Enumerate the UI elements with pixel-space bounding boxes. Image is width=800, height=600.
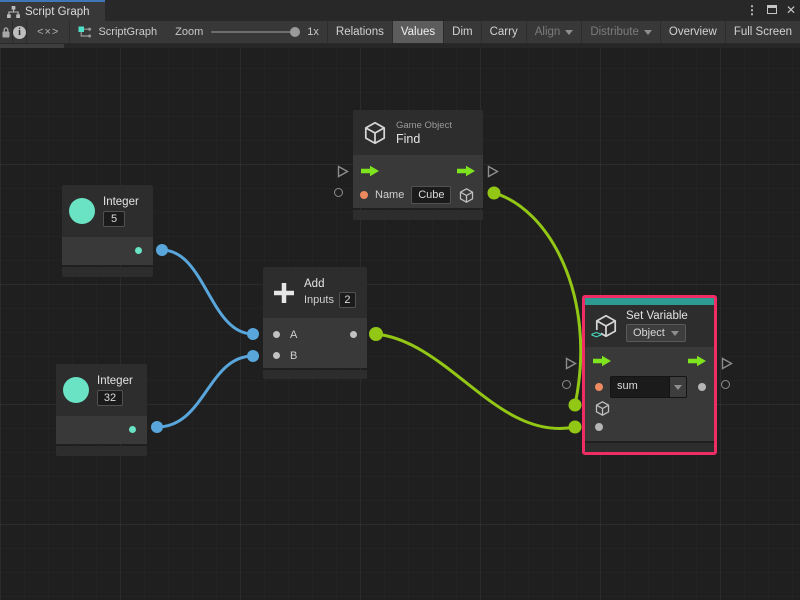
integer-value-field[interactable]: 5: [103, 211, 125, 227]
flow-input-port-triangle[interactable]: [337, 165, 349, 178]
output-port-gameobject-icon[interactable]: [458, 187, 475, 204]
code-preview-button[interactable]: <×>: [27, 21, 70, 43]
values-button[interactable]: Values: [392, 21, 443, 43]
chevron-down-icon: [671, 331, 679, 336]
plus-icon: [273, 282, 295, 304]
output-port-sum[interactable]: [350, 331, 357, 338]
graph-toolbar: i <×> ScriptGraph Zoom 1x Relations Valu…: [0, 21, 800, 44]
zoom-slider-handle[interactable]: [290, 27, 300, 37]
flow-output-arrow-icon[interactable]: [687, 355, 707, 367]
input-port-variable-name[interactable]: [595, 383, 603, 391]
align-dropdown-button[interactable]: Align: [526, 21, 582, 43]
info-button[interactable]: i: [13, 21, 27, 43]
node-title: Integer: [97, 375, 133, 387]
horizontal-scrollbar[interactable]: [0, 44, 800, 48]
horizontal-scrollbar-thumb[interactable]: [0, 44, 64, 48]
tab-title: Script Graph: [25, 6, 90, 18]
set-variable-icon: <>: [593, 313, 619, 339]
window-close-icon[interactable]: ✕: [786, 0, 796, 21]
graph-asset-icon: [78, 26, 92, 39]
output-port-integer[interactable]: [129, 426, 136, 433]
zoom-label: Zoom: [175, 26, 203, 38]
flow-output-arrow-icon[interactable]: [456, 165, 476, 177]
tab-script-graph[interactable]: Script Graph: [0, 0, 105, 21]
inputs-label: Inputs: [304, 294, 334, 306]
distribute-dropdown-button[interactable]: Distribute: [581, 21, 660, 43]
integer-type-icon: [63, 377, 89, 403]
integer-type-icon: [69, 198, 95, 224]
value-input-port-circle[interactable]: [334, 188, 343, 197]
gameobject-cube-icon: [362, 120, 388, 146]
node-title: Integer: [103, 196, 139, 208]
node-integer-5[interactable]: Integer 5: [62, 185, 153, 277]
node-gameobject-find[interactable]: Game Object Find Name Cube: [353, 110, 483, 220]
relations-button[interactable]: Relations: [327, 21, 392, 43]
integer-value-field[interactable]: 32: [97, 390, 123, 406]
zoom-slider[interactable]: [211, 31, 299, 33]
port-a-label: A: [290, 329, 297, 341]
overview-button[interactable]: Overview: [660, 21, 725, 43]
info-icon: i: [13, 26, 26, 39]
output-port-integer[interactable]: [135, 247, 142, 254]
flow-input-arrow-icon[interactable]: [360, 165, 380, 177]
lock-button[interactable]: [0, 21, 13, 43]
flow-input-port-triangle[interactable]: [565, 357, 577, 370]
flow-input-arrow-icon[interactable]: [592, 355, 612, 367]
value-output-port-circle[interactable]: [721, 380, 730, 389]
zoom-value: 1x: [307, 26, 319, 38]
hierarchy-icon: [7, 6, 20, 18]
variable-node-accent-strip: [585, 298, 714, 305]
inputs-count-field[interactable]: 2: [339, 292, 356, 308]
carry-button[interactable]: Carry: [481, 21, 526, 43]
input-port-a[interactable]: [273, 331, 280, 338]
input-port-name[interactable]: [360, 191, 368, 199]
full-screen-button[interactable]: Full Screen: [725, 21, 800, 43]
flow-output-port-triangle[interactable]: [487, 165, 499, 178]
node-add[interactable]: Add Inputs 2 A B: [263, 267, 367, 379]
code-x-icon: <×>: [37, 26, 59, 38]
variable-name-value[interactable]: sum: [611, 377, 669, 397]
tab-bar: Script Graph ⋮ ✕: [0, 0, 800, 21]
variable-scope-dropdown[interactable]: Object: [626, 324, 686, 342]
node-category: Game Object: [396, 120, 452, 131]
flow-output-port-triangle[interactable]: [721, 357, 733, 370]
input-port-gameobject-icon[interactable]: [594, 400, 611, 417]
output-port-value[interactable]: [698, 383, 706, 391]
window-maximize-icon[interactable]: [767, 0, 777, 21]
port-b-label: B: [290, 350, 297, 362]
node-integer-32[interactable]: Integer 32: [56, 364, 147, 456]
variable-name-combobox[interactable]: sum: [610, 376, 687, 398]
graph-name: ScriptGraph: [98, 26, 157, 38]
name-value-field[interactable]: Cube: [411, 186, 451, 204]
variable-name-dropdown-button[interactable]: [669, 377, 686, 397]
chevron-down-icon: [674, 385, 682, 390]
breadcrumb[interactable]: ScriptGraph: [70, 21, 167, 43]
window-menu-icon[interactable]: ⋮: [746, 0, 758, 21]
chevron-down-icon: [565, 30, 573, 35]
node-title: Find: [396, 132, 452, 146]
dim-button[interactable]: Dim: [443, 21, 480, 43]
value-input-port-circle[interactable]: [562, 380, 571, 389]
chevron-down-icon: [644, 30, 652, 35]
input-port-new-value[interactable]: [595, 423, 603, 431]
node-set-variable-selected[interactable]: <> Set Variable Object sum: [582, 295, 717, 455]
lock-icon: [0, 26, 12, 39]
input-port-b[interactable]: [273, 352, 280, 359]
node-title: Set Variable: [626, 310, 688, 322]
script-graph-window: Script Graph ⋮ ✕ i <×>: [0, 0, 800, 600]
node-title: Add: [304, 278, 356, 290]
name-label: Name: [375, 189, 404, 201]
